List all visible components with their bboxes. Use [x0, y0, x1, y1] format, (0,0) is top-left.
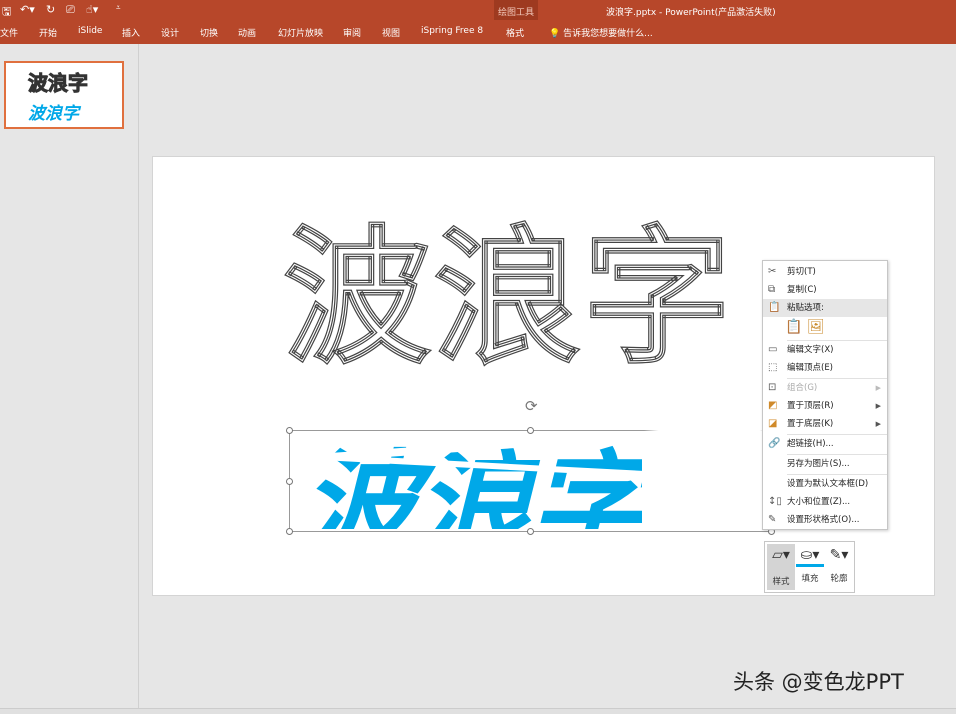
submenu-arrow-icon: ▶: [876, 397, 881, 415]
style-button[interactable]: ▱▾ 样式: [767, 544, 795, 590]
present-icon[interactable]: ⎚: [66, 3, 75, 17]
tab-slideshow[interactable]: 幻灯片放映: [278, 26, 323, 39]
mini-toolbar: ▱▾ 样式 ⛀▾ 填充 ✎▾ 轮廓: [764, 541, 855, 593]
resize-handle[interactable]: [527, 427, 534, 434]
selected-wave-text-shape[interactable]: 波浪字: [289, 430, 772, 532]
tab-review[interactable]: 审阅: [343, 26, 361, 39]
scissors-icon: ✂: [768, 263, 776, 281]
send-back-icon: ◪: [768, 415, 777, 433]
window-title: 波浪字.pptx - PowerPoint(产品激活失败): [606, 5, 776, 18]
resize-handle[interactable]: [527, 528, 534, 535]
outline-button[interactable]: ✎▾ 轮廓: [825, 544, 853, 590]
menu-label: 复制(C): [787, 285, 817, 295]
outline-text-shape[interactable]: 波浪字: [283, 177, 733, 392]
menu-label: 编辑顶点(E): [787, 363, 833, 373]
fill-button[interactable]: ⛀▾ 填充: [796, 544, 824, 590]
resize-handle[interactable]: [286, 478, 293, 485]
shape-style-icon: ▱▾: [767, 547, 795, 567]
lightbulb-icon: 💡: [549, 29, 560, 39]
menu-label: 大小和位置(Z)...: [787, 497, 850, 507]
resize-handle[interactable]: [286, 427, 293, 434]
edit-text-icon: ▭: [768, 341, 777, 359]
redo-icon[interactable]: ↻: [46, 3, 55, 16]
menu-copy[interactable]: ⧉ 复制(C): [763, 281, 887, 299]
tab-animations[interactable]: 动画: [238, 26, 256, 39]
clipboard-icon: 📋: [768, 299, 780, 317]
tell-me-text: 告诉我您想要做什么...: [563, 29, 653, 39]
menu-label: 超链接(H)...: [787, 439, 834, 449]
menu-label: 置于顶层(R): [787, 401, 834, 411]
title-bar: 🖫 ↶▾ ↻ ⎚ ☝▾ ⩡ 波浪字.pptx - PowerPoint(产品激活…: [0, 0, 956, 20]
ribbon-tabs: 文件 开始 iSlide 插入 设计 切换 动画 幻灯片放映 审阅 视图 iSp…: [0, 20, 956, 44]
context-menu: ✂ 剪切(T) ⧉ 复制(C) 📋 粘贴选项: 📋 🖼 ▭ 编辑文字(X) ⬚ 编辑顶点(…: [762, 260, 888, 530]
menu-group: ⊡组合(G)▶: [763, 379, 887, 397]
tab-insert[interactable]: 插入: [122, 26, 140, 39]
menu-cut[interactable]: ✂ 剪切(T): [763, 263, 887, 281]
customize-qat-icon[interactable]: ⩡: [116, 3, 121, 13]
thumb-blue-text: 波浪字: [28, 99, 79, 124]
edit-points-icon: ⬚: [768, 359, 777, 377]
context-group-label: 绘图工具: [498, 5, 534, 18]
tab-ispring[interactable]: iSpring Free 8: [421, 26, 483, 36]
bring-front-icon: ◩: [768, 397, 777, 415]
format-shape-icon: ✎: [768, 511, 776, 529]
menu-set-default-textbox[interactable]: 设置为默认文本框(D): [763, 475, 887, 493]
watermark: 头条 @变色龙PPT: [733, 666, 904, 696]
menu-label: 置于底层(K): [787, 419, 833, 429]
outline-label: 轮廓: [825, 572, 853, 584]
status-bar: [0, 708, 956, 714]
tab-view[interactable]: 视图: [382, 26, 400, 39]
slide-thumbnail-pane: 波浪字 波浪字: [0, 44, 139, 714]
menu-size-position[interactable]: ↕▯ 大小和位置(Z)...: [763, 493, 887, 511]
touch-mode-icon[interactable]: ☝▾: [86, 3, 98, 16]
submenu-arrow-icon: ▶: [876, 415, 881, 433]
paste-keep-format-icon[interactable]: 📋: [785, 319, 802, 335]
tab-format[interactable]: 格式: [506, 26, 524, 39]
menu-save-as-picture[interactable]: 另存为图片(S)...: [763, 455, 887, 473]
hyperlink-icon: 🔗: [768, 435, 780, 453]
copy-icon: ⧉: [768, 281, 775, 299]
menu-paste-options: 📋 粘贴选项:: [763, 299, 887, 317]
slide-thumbnail-1[interactable]: 波浪字 波浪字: [4, 61, 124, 129]
outline-pen-icon: ✎▾: [825, 547, 853, 567]
style-label: 样式: [767, 575, 795, 587]
resize-handle[interactable]: [286, 528, 293, 535]
menu-label: 粘贴选项:: [787, 303, 824, 313]
thumb-outline-text: 波浪字: [28, 67, 88, 96]
menu-edit-points[interactable]: ⬚ 编辑顶点(E): [763, 359, 887, 377]
menu-label: 组合(G): [787, 383, 817, 393]
fill-label: 填充: [796, 572, 824, 584]
paste-picture-icon[interactable]: 🖼: [807, 319, 825, 335]
menu-send-to-back[interactable]: ◪ 置于底层(K) ▶: [763, 415, 887, 433]
undo-icon[interactable]: ↶▾: [20, 3, 35, 16]
fill-bucket-icon: ⛀▾: [796, 547, 824, 567]
menu-hyperlink[interactable]: 🔗 超链接(H)...: [763, 435, 887, 453]
menu-bring-to-front[interactable]: ◩ 置于顶层(R) ▶: [763, 397, 887, 415]
size-position-icon: ↕▯: [768, 493, 782, 511]
tell-me-box[interactable]: 💡 告诉我您想要做什么...: [549, 26, 653, 39]
menu-label: 设置为默认文本框(D): [787, 479, 868, 489]
group-icon: ⊡: [768, 379, 776, 397]
menu-label: 设置形状格式(O)...: [787, 515, 859, 525]
tab-transitions[interactable]: 切换: [200, 26, 218, 39]
menu-edit-text[interactable]: ▭ 编辑文字(X): [763, 341, 887, 359]
tab-home[interactable]: 开始: [39, 26, 57, 39]
tab-design[interactable]: 设计: [161, 26, 179, 39]
menu-label: 剪切(T): [787, 267, 816, 277]
tab-file[interactable]: 文件: [0, 26, 18, 39]
tab-islide[interactable]: iSlide: [78, 26, 102, 36]
menu-label: 编辑文字(X): [787, 345, 833, 355]
menu-format-shape[interactable]: ✎ 设置形状格式(O)...: [763, 511, 887, 529]
menu-label: 另存为图片(S)...: [787, 459, 850, 469]
